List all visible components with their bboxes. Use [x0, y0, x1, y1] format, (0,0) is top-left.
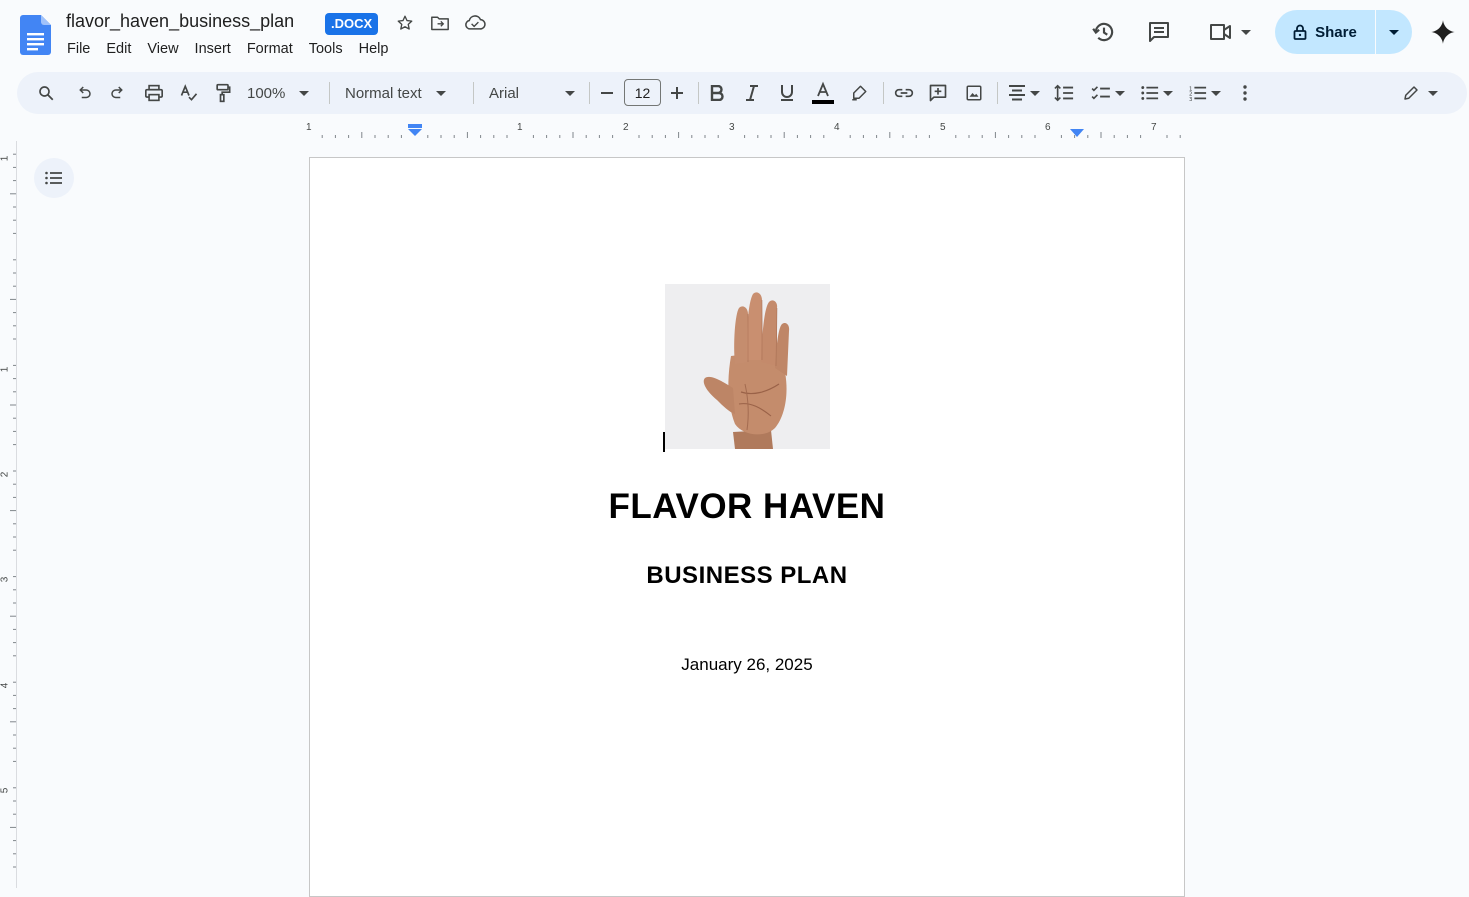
toolbar-divider: [883, 82, 884, 104]
ruler-label: 6: [1045, 122, 1051, 133]
vertical-ruler-label: 4: [0, 682, 11, 689]
redo-icon[interactable]: [107, 80, 129, 106]
file-format-badge: .DOCX: [325, 13, 379, 35]
pencil-icon: [1404, 86, 1418, 100]
bulleted-list-icon: [1141, 86, 1159, 100]
raised-hand-image[interactable]: [665, 284, 830, 449]
version-history-icon[interactable]: [1090, 18, 1118, 46]
checklist-select[interactable]: [1088, 80, 1128, 106]
insert-link-icon[interactable]: [892, 80, 916, 106]
menu-edit[interactable]: Edit: [98, 39, 139, 59]
align-center-icon: [1009, 85, 1025, 101]
vertical-ruler-label: 1: [0, 366, 11, 373]
increase-font-size-icon[interactable]: [667, 80, 687, 106]
text-color-icon[interactable]: [811, 80, 835, 106]
document-date[interactable]: January 26, 2025: [310, 655, 1184, 675]
share-button-group: Share: [1275, 10, 1412, 54]
font-family-value: Arial: [489, 84, 520, 102]
vertical-ruler-ticks: [10, 153, 16, 868]
undo-icon[interactable]: [73, 80, 95, 106]
numbered-list-icon: 123: [1189, 86, 1207, 102]
vertical-ruler-label: 2: [0, 471, 11, 478]
highlight-color-icon[interactable]: [848, 80, 870, 106]
svg-text:3: 3: [1189, 97, 1192, 102]
editing-mode-select[interactable]: [1399, 80, 1441, 106]
move-folder-icon[interactable]: [429, 12, 451, 34]
italic-icon[interactable]: [741, 80, 763, 106]
left-indent-marker-icon[interactable]: [407, 124, 423, 138]
bulleted-list-select[interactable]: [1138, 80, 1176, 106]
share-label: Share: [1315, 23, 1357, 41]
underline-icon[interactable]: [776, 80, 798, 106]
menu-format[interactable]: Format: [239, 39, 301, 59]
menu-view[interactable]: View: [139, 39, 186, 59]
ruler-label: 3: [729, 122, 735, 133]
share-dropdown-button[interactable]: [1376, 10, 1412, 54]
align-select[interactable]: [1005, 80, 1043, 106]
toolbar-divider: [329, 82, 330, 104]
checklist-icon: [1091, 86, 1110, 100]
title-bar: flavor_haven_business_plan .DOCX File Ed…: [0, 0, 1469, 68]
font-size-input[interactable]: 12: [624, 79, 661, 106]
ruler-label: 2: [623, 122, 629, 133]
vertical-ruler[interactable]: 1 1 2 3 4 5: [0, 141, 17, 888]
paint-format-icon[interactable]: [212, 80, 234, 106]
toolbar-divider: [698, 82, 699, 104]
docs-logo-icon[interactable]: [20, 15, 51, 55]
menu-file[interactable]: File: [59, 39, 98, 59]
comments-icon[interactable]: [1145, 18, 1173, 46]
gemini-icon[interactable]: [1429, 18, 1457, 46]
ruler-label: 5: [940, 122, 946, 133]
paragraph-style-select[interactable]: Normal text: [345, 80, 459, 106]
star-icon[interactable]: [394, 12, 416, 34]
formatting-toolbar: 100% Normal text Arial 12 1 2 3: [17, 72, 1467, 114]
document-heading-title[interactable]: FLAVOR HAVEN: [310, 487, 1184, 527]
toolbar-divider: [473, 82, 474, 104]
zoom-value: 100%: [247, 84, 286, 102]
spellcheck-icon[interactable]: [178, 80, 200, 106]
document-title[interactable]: flavor_haven_business_plan: [66, 11, 294, 32]
document-outline-button[interactable]: [34, 158, 74, 198]
toolbar-divider: [589, 82, 590, 104]
outline-list-icon: [45, 171, 62, 185]
decrease-font-size-icon[interactable]: [597, 80, 617, 106]
zoom-select[interactable]: 100%: [247, 80, 317, 106]
document-page[interactable]: FLAVOR HAVEN BUSINESS PLAN January 26, 2…: [309, 157, 1185, 897]
print-icon[interactable]: [143, 80, 165, 106]
menu-bar: File Edit View Insert Format Tools Help: [59, 39, 396, 59]
toolbar-divider: [997, 82, 998, 104]
text-cursor: [663, 432, 665, 452]
ruler-label: 1: [306, 122, 312, 133]
ruler-label: 1: [517, 122, 523, 133]
menu-tools[interactable]: Tools: [301, 39, 351, 59]
vertical-ruler-label: 1: [0, 155, 11, 162]
meet-icon[interactable]: [1204, 18, 1254, 46]
numbered-list-select[interactable]: 123: [1185, 80, 1225, 106]
line-spacing-icon[interactable]: [1053, 80, 1075, 106]
ruler-label: 4: [834, 122, 840, 133]
vertical-ruler-label: 3: [0, 576, 11, 583]
right-indent-marker-icon[interactable]: [1069, 129, 1085, 138]
add-comment-icon[interactable]: [927, 80, 949, 106]
vertical-ruler-label: 5: [0, 787, 11, 794]
document-heading-subtitle[interactable]: BUSINESS PLAN: [310, 562, 1184, 590]
menu-help[interactable]: Help: [351, 39, 397, 59]
menu-insert[interactable]: Insert: [187, 39, 239, 59]
more-options-icon[interactable]: [1235, 80, 1255, 106]
insert-image-icon[interactable]: [963, 80, 985, 106]
cloud-saved-icon[interactable]: [464, 12, 486, 34]
font-family-select[interactable]: Arial: [489, 80, 575, 106]
search-menus-icon[interactable]: [35, 80, 57, 106]
lock-icon: [1293, 24, 1307, 40]
horizontal-ruler[interactable]: 1 1 2 3 4 5 6 7: [0, 118, 1469, 140]
ruler-label: 7: [1151, 122, 1157, 133]
paragraph-style-value: Normal text: [345, 84, 422, 102]
share-button[interactable]: Share: [1275, 10, 1375, 54]
bold-icon[interactable]: [706, 80, 728, 106]
